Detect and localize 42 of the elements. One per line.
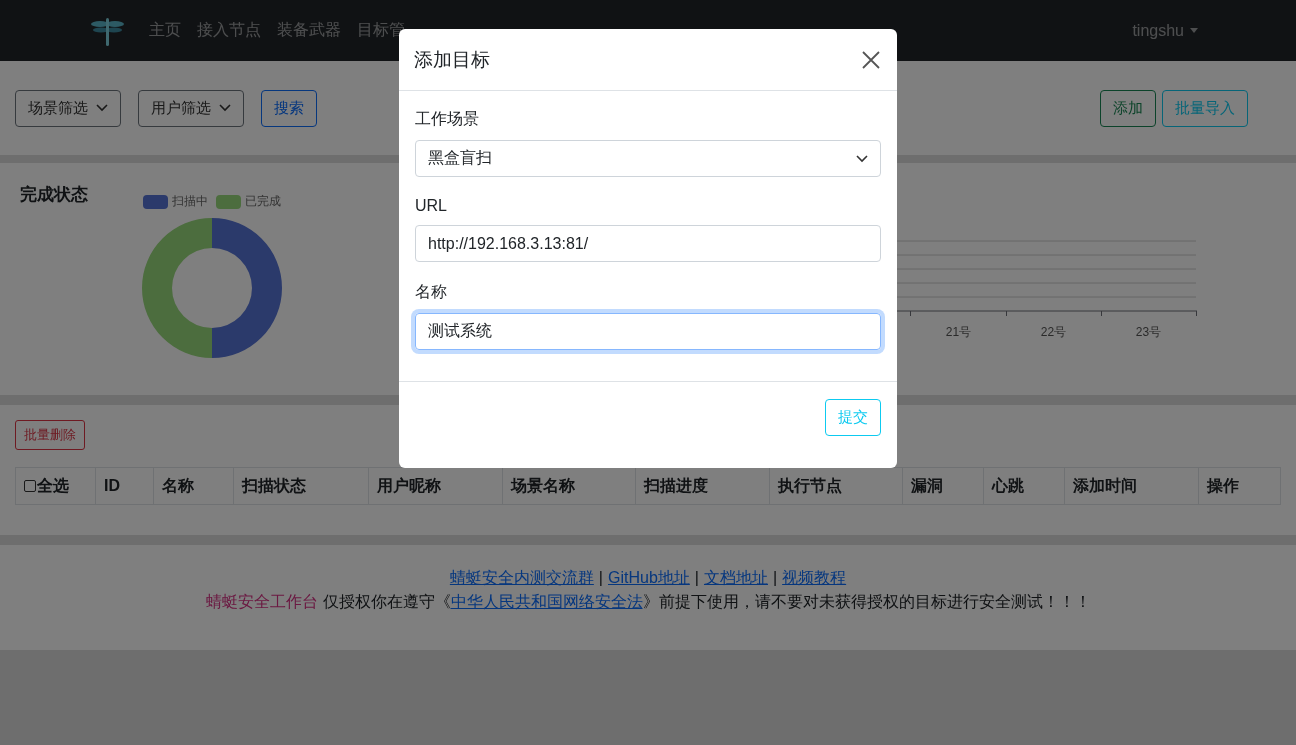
separator-text: | <box>694 569 699 587</box>
footer-link[interactable]: 蜻蜓安全内测交流群 <box>449 568 594 589</box>
law-link[interactable]: 中华人民共和国网络安全法 <box>450 593 643 610</box>
chevron-icon <box>219 104 231 112</box>
search-button[interactable]: 搜索 <box>261 89 317 127</box>
footer-link[interactable]: GitHub地址 <box>608 568 690 589</box>
import-button[interactable]: 批量导入 <box>1162 89 1248 127</box>
add-button[interactable]: 添加 <box>1100 89 1156 127</box>
column-header: 添加时间 <box>1065 468 1200 504</box>
column-header: 漏洞 <box>903 468 985 504</box>
bulk-delete-button[interactable]: 批量删除 <box>15 420 85 450</box>
axis-label: 21号 <box>944 324 973 341</box>
filter-dropdown[interactable]: 用户筛选 <box>138 89 244 127</box>
axis-label: 22号 <box>1039 324 1068 341</box>
column-header: 全选 <box>37 475 69 496</box>
field-label: 工作场景 <box>415 109 480 129</box>
field-label: 名称 <box>415 282 448 302</box>
column-header: 扫描状态 <box>233 468 369 504</box>
column-header: 名称 <box>153 468 234 504</box>
chevron-icon <box>96 104 108 112</box>
field-label: URL <box>415 197 448 215</box>
chevron-icon <box>856 154 868 163</box>
legend-label: 扫描中 <box>172 193 208 210</box>
select-field[interactable]: 黑盒盲扫 <box>415 140 881 177</box>
column-header: 操作 <box>1205 475 1241 496</box>
separator-text: | <box>598 569 603 587</box>
axis-label: 23号 <box>1134 324 1163 341</box>
close-button[interactable] <box>860 48 882 71</box>
legend-label: 已完成 <box>245 193 281 210</box>
filter-dropdown[interactable]: 场景筛选 <box>15 89 121 127</box>
column-header: ID <box>95 468 154 504</box>
panel-title: 完成状态 <box>20 184 88 206</box>
disclaimer-text: 仅授权你在遵守《中华人民共和国网络安全法》前提下使用，请不要对未获得授权的目标进行安全测试！！！ <box>322 592 1091 612</box>
brand-name: 蜻蜓安全工作台 <box>205 592 318 612</box>
footer-link[interactable]: 视频教程 <box>782 568 847 589</box>
input-field[interactable]: http://192.168.3.13:81/ <box>415 225 881 262</box>
footer-link[interactable]: 文档地址 <box>703 568 768 589</box>
submit-button[interactable]: 提交 <box>825 399 881 436</box>
select-all-checkbox[interactable] <box>24 480 36 492</box>
separator-text: | <box>772 569 778 587</box>
column-header: 心跳 <box>984 468 1066 504</box>
modal-title: 添加目标 <box>414 47 490 72</box>
